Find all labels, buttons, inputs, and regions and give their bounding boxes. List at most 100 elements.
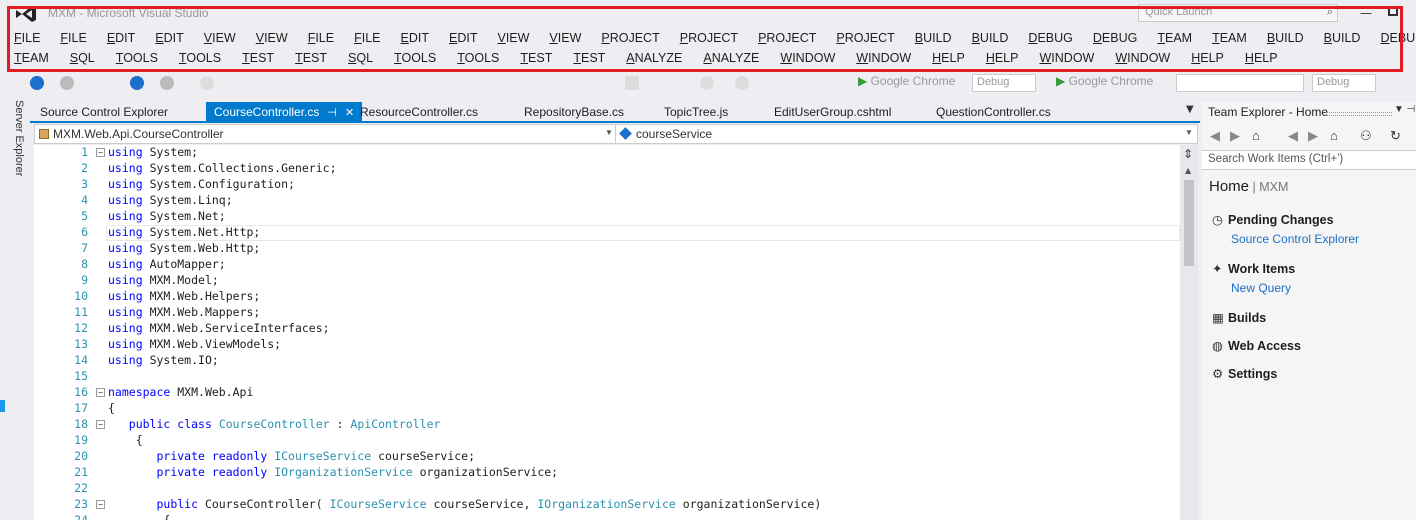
web-access-section[interactable]: ◍ Web Access bbox=[1212, 338, 1301, 353]
undo-icon[interactable] bbox=[700, 76, 714, 90]
start-debugging-button[interactable]: ▶ Google Chrome bbox=[858, 74, 955, 88]
forward-icon[interactable]: ▶ bbox=[1308, 128, 1318, 144]
toolbar-combo[interactable] bbox=[1176, 74, 1304, 92]
pin-icon[interactable]: ▼ ⊣ bbox=[1394, 104, 1415, 115]
menu-item[interactable]: HELP bbox=[1245, 51, 1278, 65]
menu-item[interactable]: HELP bbox=[986, 51, 1019, 65]
menu-item[interactable]: SQL bbox=[70, 51, 95, 65]
document-tab[interactable]: EditUserGroup.cshtml bbox=[766, 102, 899, 122]
builds-section[interactable]: ▦ Builds bbox=[1212, 310, 1266, 325]
pending-changes-section[interactable]: ◷ Pending Changes bbox=[1212, 212, 1334, 227]
menu-item[interactable]: EDIT bbox=[449, 31, 477, 45]
menu-item[interactable]: DEBUG bbox=[1380, 31, 1416, 45]
menu-item[interactable]: WINDOW bbox=[1115, 51, 1170, 65]
back-icon[interactable] bbox=[130, 76, 144, 90]
maximize-button[interactable] bbox=[1388, 6, 1398, 16]
new-query-link[interactable]: New Query bbox=[1231, 281, 1291, 295]
solution-config-dropdown[interactable]: Debug bbox=[972, 74, 1036, 92]
menu-item[interactable]: TOOLS bbox=[179, 51, 221, 65]
menu-item[interactable]: BUILD bbox=[1324, 31, 1361, 45]
menu-item[interactable]: FILE bbox=[308, 31, 334, 45]
menu-item[interactable]: TOOLS bbox=[394, 51, 436, 65]
menu-item[interactable]: TEST bbox=[295, 51, 327, 65]
code-editor[interactable]: 1− using System; 2 using System.Collections… bbox=[34, 145, 1198, 520]
chevron-down-icon[interactable]: ▼ bbox=[1185, 128, 1193, 137]
chevron-down-icon[interactable]: ▼ bbox=[605, 128, 613, 137]
menu-item[interactable]: ANALYZE bbox=[626, 51, 682, 65]
menu-item[interactable]: FILE bbox=[60, 31, 86, 45]
document-tab[interactable]: TopicTree.js bbox=[656, 102, 736, 122]
menu-item[interactable]: VIEW bbox=[497, 31, 529, 45]
source-control-explorer-link[interactable]: Source Control Explorer bbox=[1231, 232, 1359, 246]
menu-item[interactable]: VIEW bbox=[549, 31, 581, 45]
menu-item[interactable]: PROJECT bbox=[601, 31, 659, 45]
menu-item[interactable]: TEAM bbox=[14, 51, 49, 65]
home-icon[interactable]: ⌂ bbox=[1252, 128, 1260, 143]
menu-item[interactable]: FILE bbox=[14, 31, 40, 45]
menu-item[interactable]: DEBUG bbox=[1093, 31, 1137, 45]
forward-icon[interactable] bbox=[160, 76, 174, 90]
document-tab[interactable]: QuestionController.cs bbox=[928, 102, 1059, 122]
menu-item[interactable]: VIEW bbox=[256, 31, 288, 45]
document-tab[interactable]: RepositoryBase.cs bbox=[516, 102, 632, 122]
collapse-icon[interactable]: − bbox=[96, 500, 105, 509]
menu-item[interactable]: PROJECT bbox=[758, 31, 816, 45]
menu-item[interactable]: BUILD bbox=[972, 31, 1009, 45]
document-tab[interactable]: CourseController.cs ⊣ ✕ bbox=[206, 102, 363, 122]
collapse-icon[interactable]: − bbox=[96, 420, 105, 429]
refresh-icon[interactable]: ↻ bbox=[1390, 128, 1401, 144]
menu-item[interactable]: WINDOW bbox=[1039, 51, 1094, 65]
minimize-button[interactable]: — bbox=[1360, 6, 1374, 20]
forward-icon[interactable] bbox=[60, 76, 74, 90]
panel-drag-grip[interactable] bbox=[1326, 112, 1392, 116]
menu-item[interactable]: HELP bbox=[932, 51, 965, 65]
cut-icon[interactable] bbox=[625, 76, 639, 90]
collapse-icon[interactable]: − bbox=[96, 148, 105, 157]
server-explorer-tab[interactable]: Server Explorer bbox=[13, 100, 25, 176]
menu-item[interactable]: TOOLS bbox=[116, 51, 158, 65]
new-project-icon[interactable] bbox=[200, 76, 214, 90]
connect-icon[interactable]: ⚇ bbox=[1360, 128, 1372, 144]
menu-item[interactable]: EDIT bbox=[155, 31, 183, 45]
start-debugging-button-2[interactable]: ▶ Google Chrome bbox=[1056, 74, 1153, 88]
menu-item[interactable]: TEST bbox=[520, 51, 552, 65]
menu-item[interactable]: BUILD bbox=[915, 31, 952, 45]
member-dropdown[interactable]: courseService bbox=[619, 127, 712, 141]
redo-icon[interactable] bbox=[735, 76, 749, 90]
scroll-up-icon[interactable]: ▲ bbox=[1185, 166, 1191, 175]
menu-item[interactable]: WINDOW bbox=[780, 51, 835, 65]
split-handle-icon[interactable]: ⇕ bbox=[1183, 147, 1193, 161]
menu-item[interactable]: TEST bbox=[573, 51, 605, 65]
menu-item[interactable]: DEBUG bbox=[1028, 31, 1072, 45]
menu-item[interactable]: TEST bbox=[242, 51, 274, 65]
back-icon[interactable] bbox=[30, 76, 44, 90]
forward-icon[interactable]: ▶ bbox=[1230, 128, 1240, 144]
menu-item[interactable]: TEAM bbox=[1212, 31, 1247, 45]
scrollbar-thumb[interactable] bbox=[1184, 180, 1194, 266]
menu-item[interactable]: TEAM bbox=[1157, 31, 1192, 45]
menu-item[interactable]: SQL bbox=[348, 51, 373, 65]
back-icon[interactable]: ◀ bbox=[1288, 128, 1298, 144]
menu-item[interactable]: ANALYZE bbox=[703, 51, 759, 65]
quick-launch-input[interactable]: Quick Launch ⌕ bbox=[1138, 4, 1338, 22]
tab-overflow-dropdown-icon[interactable]: ▼ bbox=[1186, 104, 1194, 115]
menu-item[interactable]: TOOLS bbox=[457, 51, 499, 65]
document-tab[interactable]: ResourceController.cs bbox=[352, 102, 486, 122]
home-icon[interactable]: ⌂ bbox=[1330, 128, 1338, 143]
document-tab[interactable]: Source Control Explorer bbox=[32, 102, 176, 122]
menu-item[interactable]: HELP bbox=[1191, 51, 1224, 65]
solution-config-dropdown-2[interactable]: Debug bbox=[1312, 74, 1376, 92]
menu-item[interactable]: BUILD bbox=[1267, 31, 1304, 45]
menu-item[interactable]: PROJECT bbox=[836, 31, 894, 45]
collapse-icon[interactable]: − bbox=[96, 388, 105, 397]
menu-item[interactable]: EDIT bbox=[401, 31, 429, 45]
menu-item[interactable]: WINDOW bbox=[856, 51, 911, 65]
pin-icon[interactable]: ⊣ bbox=[327, 107, 337, 119]
back-icon[interactable]: ◀ bbox=[1210, 128, 1220, 144]
type-dropdown[interactable]: MXM.Web.Api.CourseController bbox=[39, 127, 224, 141]
menu-item[interactable]: FILE bbox=[354, 31, 380, 45]
settings-section[interactable]: ⚙ Settings bbox=[1212, 366, 1277, 381]
work-items-section[interactable]: ✦ Work Items bbox=[1212, 261, 1295, 276]
menu-item[interactable]: EDIT bbox=[107, 31, 135, 45]
search-work-items-input[interactable]: Search Work Items (Ctrl+') bbox=[1202, 150, 1416, 170]
